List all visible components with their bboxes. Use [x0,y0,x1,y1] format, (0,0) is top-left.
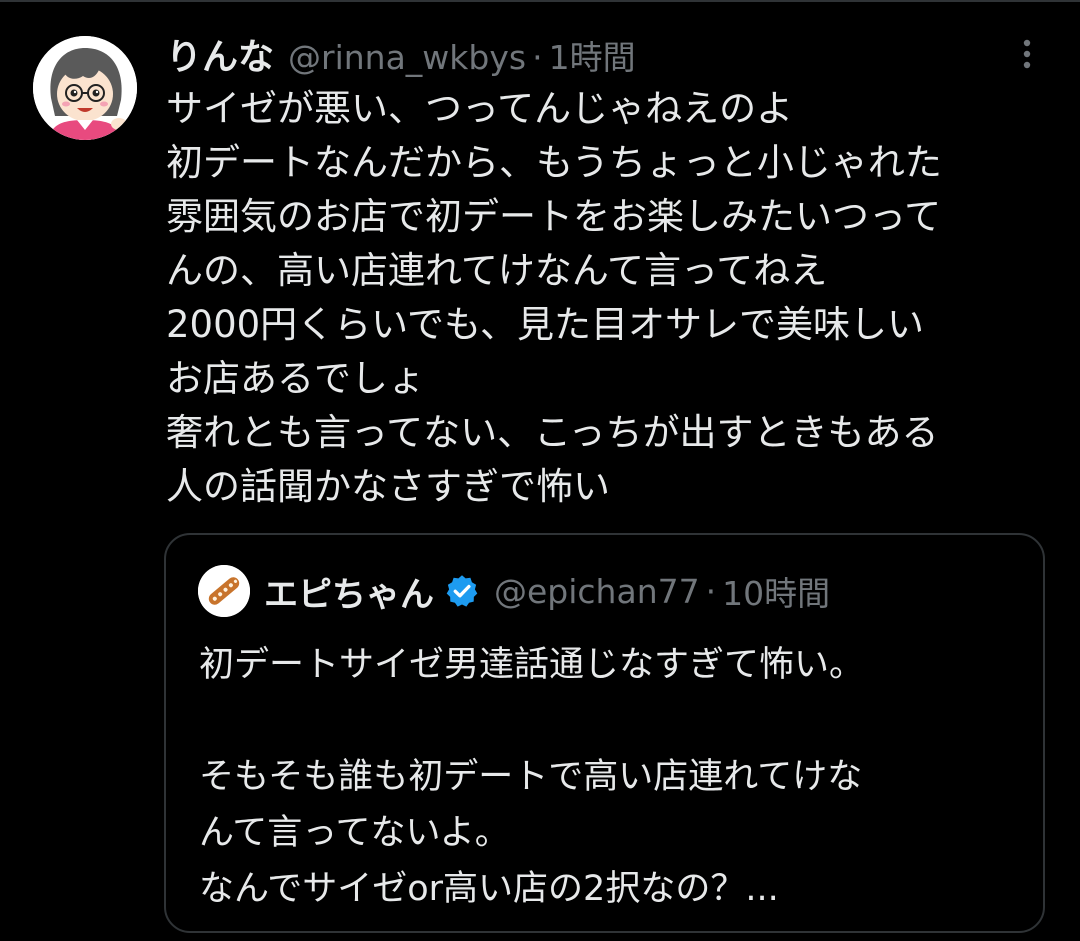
pretzel-avatar-icon [198,565,250,617]
quoted-author-display-name[interactable]: エピちゃん [264,567,434,616]
quoted-text-line [199,693,1029,749]
quoted-header-separator: · [705,571,717,611]
tweet-header: りんな @rinna_wkbys · 1時間 [166,28,636,78]
quoted-author-handle[interactable]: @epichan77 [494,572,700,611]
tweet-text-line: 2000円くらいでも、見た目オサレで美味しい [166,303,924,346]
quoted-tweet-text: 初デートサイゼ男達話通じなすぎて怖い。 そもそも誰も初デートで高い店連れてけな … [199,637,1029,917]
verified-badge-icon [446,575,478,607]
author-handle[interactable]: @rinna_wkbys [288,38,526,77]
tweet-text: サイゼが悪い、つってんじゃねえのよ 初デートなんだから、もうちょっと小じゃれた … [166,82,1066,514]
more-options-button[interactable] [1005,32,1049,76]
quoted-tweet-header: エピちゃん @epichan77 · 10時間 [264,565,830,617]
tweet-text-line: サイゼが悪い、つってんじゃねえのよ [166,87,794,130]
quoted-tweet-card[interactable]: エピちゃん @epichan77 · 10時間 初デートサイゼ男達話通じなすぎて… [164,533,1045,933]
quoted-text-line: んて言ってないよ。 [199,813,510,853]
cartoon-girl-avatar-icon [33,36,137,140]
tweet-text-line: 初デートなんだから、もうちょっと小じゃれた [166,141,942,184]
tweet-text-line: 奢れとも言ってない、こっちが出すときもある [166,411,939,454]
tweet-text-line: んの、高い店連れてけなんて言ってねえ [166,249,828,292]
header-separator: · [532,38,543,77]
author-avatar[interactable] [33,36,137,140]
quoted-text-line: そもそも誰も初デートで高い店連れてけな [199,757,863,797]
tweet-text-line: 人の話聞かなさすぎで怖い [166,465,610,508]
author-display-name[interactable]: りんな [166,28,274,80]
more-vertical-icon [1023,39,1031,69]
quoted-text-line: なんでサイゼor高い店の2択なの？... [199,869,779,909]
quoted-text-line: 初デートサイゼ男達話通じなすぎて怖い。 [199,645,865,685]
tweet-text-line: お店あるでしょ [166,357,425,400]
top-divider [0,0,1080,2]
tweet-text-line: 雰囲気のお店で初デートをお楽しみたいつって [166,195,942,238]
quoted-tweet-timestamp[interactable]: 10時間 [722,567,830,615]
quoted-author-avatar[interactable] [198,565,250,617]
tweet-timestamp[interactable]: 1時間 [549,31,636,79]
